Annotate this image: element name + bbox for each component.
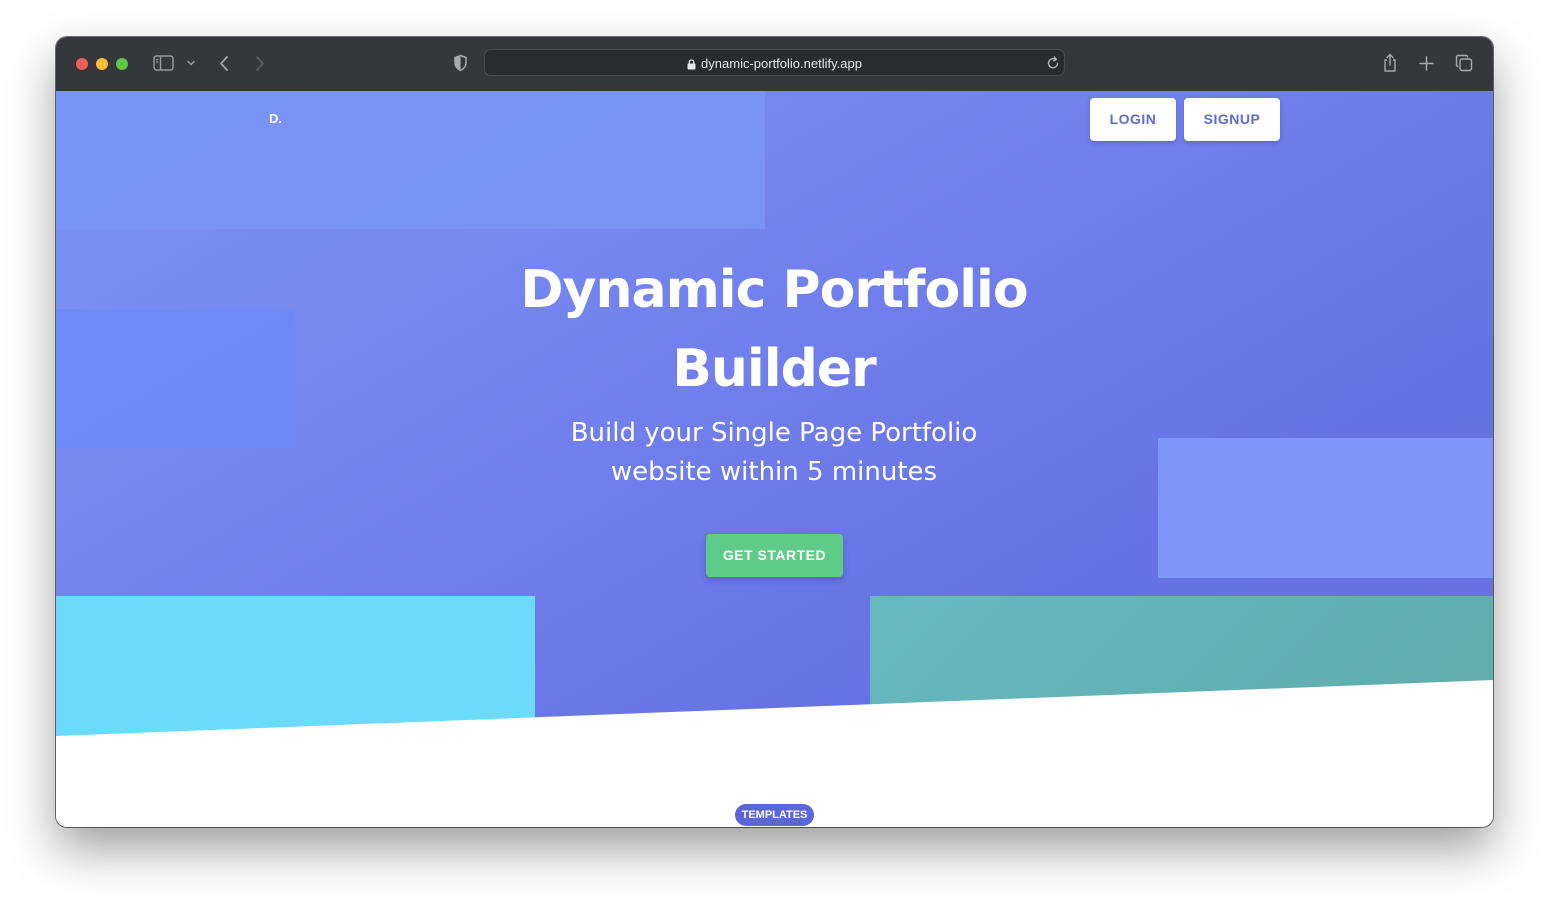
hero-title: Dynamic Portfolio Builder bbox=[474, 251, 1074, 409]
sidebar-icon[interactable] bbox=[153, 55, 174, 71]
new-tab-icon[interactable] bbox=[1419, 56, 1434, 71]
login-button[interactable]: LOGIN bbox=[1090, 98, 1176, 141]
browser-toolbar: dynamic-portfolio.netlify.app bbox=[56, 37, 1493, 92]
web-page: D. LOGIN SIGNUP Dynamic Portfolio Builde… bbox=[56, 91, 1493, 827]
share-icon[interactable] bbox=[1382, 53, 1398, 73]
hero-section: D. LOGIN SIGNUP Dynamic Portfolio Builde… bbox=[56, 91, 1493, 827]
shield-icon[interactable] bbox=[453, 54, 468, 72]
lock-icon bbox=[687, 52, 696, 79]
url-text: dynamic-portfolio.netlify.app bbox=[701, 56, 862, 71]
zoom-window-button[interactable] bbox=[116, 58, 128, 70]
tab-overview-icon[interactable] bbox=[1455, 54, 1473, 72]
hero-title-line: Dynamic Portfolio bbox=[520, 260, 1028, 320]
hero-title-line: Builder bbox=[672, 339, 876, 399]
signup-button[interactable]: SIGNUP bbox=[1184, 98, 1280, 141]
address-bar[interactable]: dynamic-portfolio.netlify.app bbox=[484, 49, 1065, 76]
minimize-window-button[interactable] bbox=[96, 58, 108, 70]
forward-arrow-icon[interactable] bbox=[254, 55, 266, 72]
close-window-button[interactable] bbox=[76, 58, 88, 70]
hero-subtitle-line: Build your Single Page Portfolio bbox=[570, 418, 978, 448]
reload-icon[interactable] bbox=[1047, 56, 1060, 70]
hero-subtitle: Build your Single Page Portfolio website… bbox=[524, 414, 1024, 492]
section-badge: TEMPLATES bbox=[735, 804, 814, 826]
chevron-down-icon[interactable] bbox=[186, 60, 196, 67]
browser-window: dynamic-portfolio.netlify.app D. LOGIN S… bbox=[56, 37, 1493, 827]
back-arrow-icon[interactable] bbox=[218, 55, 230, 72]
site-logo[interactable]: D. bbox=[269, 111, 282, 126]
get-started-button[interactable]: GET STARTED bbox=[706, 534, 843, 577]
hero-subtitle-line: website within 5 minutes bbox=[610, 457, 938, 487]
